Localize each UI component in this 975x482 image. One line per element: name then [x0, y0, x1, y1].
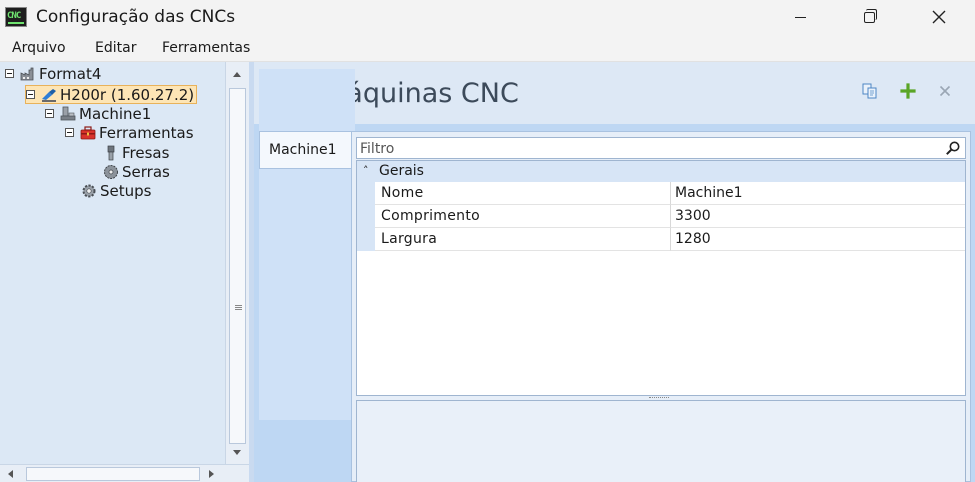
property-value[interactable]: Machine1	[671, 182, 965, 205]
table-row[interactable]: Largura 1280	[357, 228, 965, 251]
collapse-toggle[interactable]	[5, 69, 14, 78]
scroll-down-icon[interactable]	[233, 450, 241, 455]
table-row[interactable]: Nome Machine1	[357, 182, 965, 205]
scroll-right-icon[interactable]	[209, 470, 214, 478]
tree-horizontal-scrollbar[interactable]	[0, 464, 249, 482]
tab-machine1[interactable]: Machine1	[259, 131, 351, 169]
copy-button[interactable]	[861, 82, 879, 100]
content-header: Máquinas CNC	[254, 62, 975, 124]
tree-node-fresas[interactable]: Fresas	[103, 143, 169, 162]
property-value[interactable]: 1280	[671, 228, 965, 251]
close-icon	[932, 10, 946, 24]
collapse-toggle[interactable]	[65, 128, 74, 137]
close-window-button[interactable]	[916, 0, 962, 34]
tree-node-machine1[interactable]: Machine1	[45, 104, 151, 123]
description-area	[356, 400, 966, 482]
scroll-up-icon[interactable]	[233, 72, 241, 77]
collapse-toggle[interactable]	[26, 90, 35, 99]
minimize-icon	[794, 16, 806, 18]
scroll-left-icon[interactable]	[8, 470, 13, 478]
tree-node-setups[interactable]: Setups	[81, 181, 151, 200]
add-button[interactable]	[899, 82, 917, 100]
gear-icon	[81, 183, 97, 199]
collapse-caret-icon[interactable]: ˄	[363, 164, 369, 177]
tree-node-serras[interactable]: Serras	[103, 162, 170, 181]
machine-icon	[60, 106, 76, 122]
restore-icon	[863, 8, 877, 23]
menu-bar: Arquivo Editar Ferramentas	[0, 34, 975, 62]
content-area: Máquinas CNC Machine1 ˄ Gerais No	[254, 62, 975, 482]
collapse-toggle[interactable]	[45, 109, 54, 118]
property-grid: ˄ Gerais Nome Machine1 Comprimento 3300 …	[356, 160, 966, 396]
tab-strip	[259, 69, 355, 420]
property-panel: ˄ Gerais Nome Machine1 Comprimento 3300 …	[351, 131, 971, 482]
search-icon[interactable]	[945, 140, 961, 160]
mill-tool-icon	[103, 145, 119, 161]
tree-node-label: Format4	[39, 64, 102, 83]
cnc-app-icon: CNC	[5, 7, 27, 27]
tree-node-ferramentas[interactable]: Ferramentas	[65, 123, 194, 142]
delete-button[interactable]	[936, 82, 954, 100]
property-name: Nome	[375, 182, 671, 205]
factory-icon	[20, 66, 36, 82]
maximize-button[interactable]	[846, 0, 892, 34]
menu-editar[interactable]: Editar	[95, 40, 136, 56]
tree-vertical-scrollbar[interactable]	[225, 62, 249, 464]
table-row[interactable]: Comprimento 3300	[357, 205, 965, 228]
copy-icon	[862, 83, 877, 99]
tree-node-label: Machine1	[79, 104, 152, 123]
property-value[interactable]: 3300	[671, 205, 965, 228]
menu-arquivo[interactable]: Arquivo	[12, 40, 66, 56]
window-title: Configuração das CNCs	[36, 7, 236, 27]
tree-node-h200r[interactable]: H200r (1.60.27.2)	[25, 85, 197, 104]
filter-box[interactable]	[356, 137, 966, 159]
minimize-button[interactable]	[777, 0, 823, 34]
property-name: Largura	[375, 228, 671, 251]
tree-node-label: Fresas	[122, 143, 170, 162]
tree-node-label: H200r (1.60.27.2)	[60, 85, 195, 104]
filter-input[interactable]	[360, 140, 930, 158]
close-icon	[939, 85, 951, 97]
tree-node-format4[interactable]: Format4	[5, 64, 101, 83]
h200-icon	[41, 87, 57, 103]
group-label: Gerais	[379, 163, 424, 179]
saw-blade-icon	[103, 164, 119, 180]
tree-node-label: Serras	[122, 162, 170, 181]
scroll-thumb[interactable]	[26, 467, 200, 481]
tree-node-label: Ferramentas	[99, 123, 194, 142]
property-name: Comprimento	[375, 205, 671, 228]
toolbox-icon	[80, 125, 96, 141]
tree-node-label: Setups	[100, 181, 152, 200]
scroll-thumb[interactable]	[229, 88, 246, 444]
group-header-gerais[interactable]: ˄ Gerais	[357, 161, 965, 182]
title-bar: CNC Configuração das CNCs	[0, 0, 975, 34]
plus-icon	[900, 83, 916, 99]
menu-ferramentas[interactable]: Ferramentas	[162, 40, 250, 56]
